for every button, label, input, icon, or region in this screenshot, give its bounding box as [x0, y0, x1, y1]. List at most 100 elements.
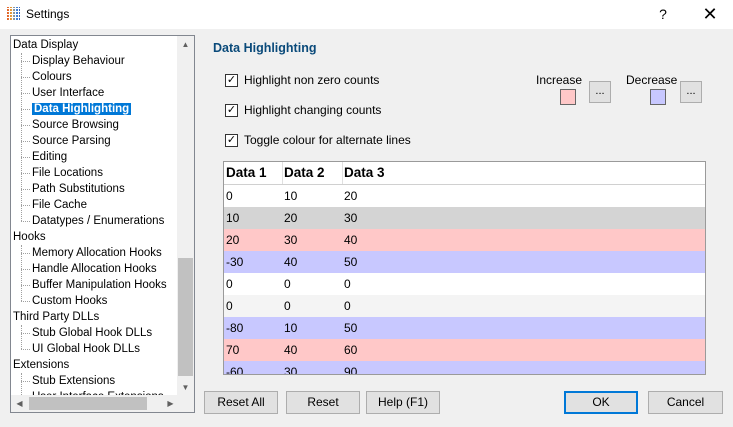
table-row: 0 0 0: [224, 295, 705, 317]
tree-group[interactable]: Extensions: [13, 357, 69, 373]
table-cell: 30: [344, 211, 358, 225]
highlight-non-zero-checkbox[interactable]: Highlight non zero counts: [225, 72, 379, 88]
tree-connector: [21, 253, 30, 254]
tree-connector: [21, 189, 30, 190]
tree-item-label: Colours: [32, 71, 72, 83]
tree-item[interactable]: Handle Allocation Hooks: [32, 261, 157, 277]
tree-connector: [21, 53, 22, 221]
tree-item[interactable]: Custom Hooks: [32, 293, 107, 309]
close-icon[interactable]: ✕: [690, 2, 730, 26]
tree-item[interactable]: File Cache: [32, 197, 87, 213]
checkbox-check-icon[interactable]: [225, 103, 238, 117]
table-cell: 40: [284, 343, 298, 357]
settings-tree[interactable]: Data Display Display Behaviour Colours User…: [10, 35, 195, 413]
table-row: 10 20 30: [224, 207, 705, 229]
tree-item[interactable]: Buffer Manipulation Hooks: [32, 277, 167, 293]
preview-grid: Data 1 Data 2 Data 3 0 10 20 10 20 30 20 30 40 -3…: [223, 161, 706, 375]
tree-connector: [21, 125, 30, 126]
table-row: 20 30 40: [224, 229, 705, 251]
table-cell: 50: [344, 255, 358, 269]
tree-connector: [21, 381, 30, 382]
tree-connector: [21, 245, 22, 301]
tree-item-label: Custom Hooks: [32, 295, 108, 307]
table-row: -80 10 50: [224, 317, 705, 339]
table-cell: -60: [226, 365, 244, 375]
tree-list: Data Display Display Behaviour Colours User…: [11, 36, 179, 396]
table-cell: 20: [344, 189, 358, 203]
table-cell: 20: [226, 233, 240, 247]
increase-label: Increase: [536, 73, 583, 87]
grid-header-cell: Data 2: [282, 162, 343, 184]
tree-item[interactable]: Display Behaviour: [32, 53, 125, 69]
tree-item[interactable]: Data Highlighting: [32, 101, 132, 117]
checkbox-check-icon[interactable]: [225, 133, 238, 147]
tree-item-label: Data Display: [13, 39, 79, 51]
tree-connector: [21, 93, 30, 94]
tree-horizontal-scrollbar[interactable]: ◀ ▶: [11, 395, 179, 412]
table-cell: 0: [226, 277, 233, 291]
tree-item[interactable]: File Locations: [32, 165, 103, 181]
ok-button[interactable]: OK: [564, 391, 638, 414]
tree-item[interactable]: Source Browsing: [32, 117, 119, 133]
help-button[interactable]: Help (F1): [366, 391, 440, 414]
help-icon[interactable]: ?: [648, 3, 678, 25]
decrease-label: Decrease: [626, 73, 678, 87]
table-cell: 30: [284, 365, 298, 375]
toggle-alternate-lines-checkbox[interactable]: Toggle colour for alternate lines: [225, 132, 411, 148]
tree-item[interactable]: Datatypes / Enumerations: [32, 213, 164, 229]
table-cell: 10: [226, 211, 240, 225]
vertical-scroll-thumb[interactable]: [178, 258, 193, 376]
tree-item[interactable]: UI Global Hook DLLs: [32, 341, 140, 357]
cancel-button[interactable]: Cancel: [648, 391, 723, 414]
tree-item-label: Stub Global Hook DLLs: [32, 327, 153, 339]
tree-item[interactable]: Editing: [32, 149, 67, 165]
tree-item[interactable]: Source Parsing: [32, 133, 111, 149]
tree-connector: [21, 77, 30, 78]
scroll-down-icon[interactable]: ▼: [177, 379, 194, 396]
tree-item[interactable]: Path Substitutions: [32, 181, 125, 197]
tree-item-label: UI Global Hook DLLs: [32, 343, 141, 355]
tree-group[interactable]: Third Party DLLs: [13, 309, 99, 325]
tree-group[interactable]: Hooks: [13, 229, 46, 245]
tree-group[interactable]: Data Display: [13, 37, 78, 53]
tree-item-label: Buffer Manipulation Hooks: [32, 279, 167, 291]
table-cell: 30: [284, 233, 298, 247]
app-icon: [7, 7, 20, 20]
tree-vertical-scrollbar[interactable]: ▲ ▼: [177, 36, 194, 396]
tree-connector: [21, 221, 30, 222]
scroll-left-icon[interactable]: ◀: [11, 395, 28, 412]
highlight-changing-checkbox[interactable]: Highlight changing counts: [225, 102, 381, 118]
tree-item[interactable]: Memory Allocation Hooks: [32, 245, 162, 261]
increase-color-swatch: [560, 89, 576, 105]
tree-item-label: Source Browsing: [32, 119, 119, 131]
decrease-color-button[interactable]: ...: [680, 81, 702, 103]
table-row: 70 40 60: [224, 339, 705, 361]
scroll-up-icon[interactable]: ▲: [177, 36, 194, 53]
tree-connector: [21, 205, 30, 206]
tree-item[interactable]: Colours: [32, 69, 72, 85]
table-cell: 0: [226, 299, 233, 313]
table-cell: 90: [344, 365, 358, 375]
tree-item[interactable]: Stub Global Hook DLLs: [32, 325, 152, 341]
reset-all-button[interactable]: Reset All: [204, 391, 278, 414]
tree-item-label: Stub Extensions: [32, 375, 116, 387]
checkbox-label: Highlight non zero counts: [244, 73, 380, 87]
checkbox-label: Toggle colour for alternate lines: [244, 133, 411, 147]
table-cell: 50: [344, 321, 358, 335]
tree-connector: [21, 157, 30, 158]
table-cell: 10: [284, 321, 298, 335]
table-cell: 40: [344, 233, 358, 247]
reset-button[interactable]: Reset: [286, 391, 360, 414]
checkbox-check-icon[interactable]: [225, 73, 238, 87]
increase-color-button[interactable]: ...: [589, 81, 611, 103]
horizontal-scroll-thumb[interactable]: [29, 397, 147, 410]
tree-item[interactable]: Stub Extensions: [32, 373, 115, 389]
tree-connector: [21, 61, 30, 62]
table-cell: 20: [284, 211, 298, 225]
tree-connector: [21, 141, 30, 142]
table-row: -60 30 90: [224, 361, 705, 375]
tree-item[interactable]: User Interface: [32, 85, 104, 101]
table-cell: 0: [344, 277, 351, 291]
tree-connector: [21, 333, 30, 334]
table-cell: 0: [284, 299, 291, 313]
